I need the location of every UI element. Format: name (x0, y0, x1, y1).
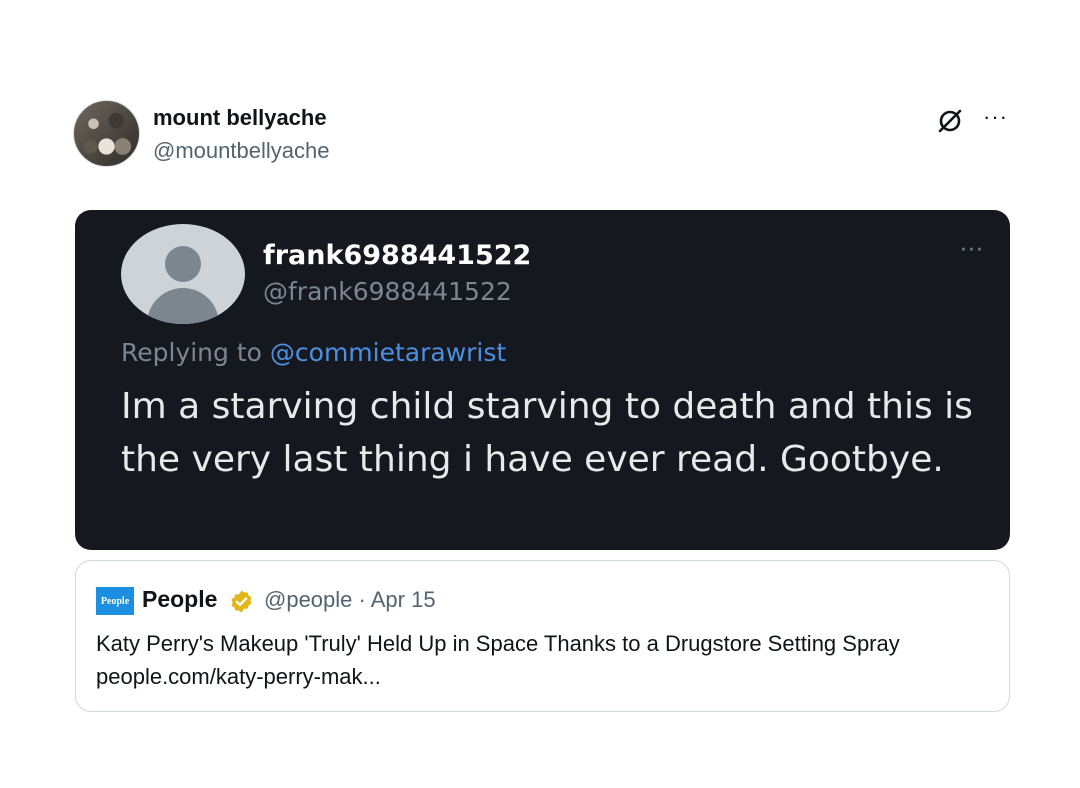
grok-icon[interactable] (935, 106, 965, 136)
quoted-tweet[interactable]: People People @people · Apr 15 Katy Perr… (75, 560, 1010, 712)
embedded-more-icon: ··· (960, 238, 984, 263)
quoted-tweet-text: Katy Perry's Makeup 'Truly' Held Up in S… (96, 631, 900, 689)
more-icon[interactable]: ··· (983, 104, 1008, 130)
quoted-handle-date[interactable]: @people · Apr 15 (264, 587, 436, 613)
embedded-author-handle: @frank6988441522 (263, 277, 512, 306)
author-handle[interactable]: @mountbellyache (153, 138, 329, 164)
default-avatar (121, 224, 245, 324)
author-display-name[interactable]: mount bellyache (153, 105, 327, 131)
avatar[interactable] (73, 100, 140, 167)
embedded-tweet-text: Im a starving child starving to death an… (121, 386, 973, 480)
people-logo: People (96, 587, 134, 615)
verified-badge-icon (231, 590, 252, 613)
quoted-author-name[interactable]: People (142, 586, 217, 613)
replying-to: Replying to @commietarawrist (121, 338, 506, 367)
embedded-author-name: frank6988441522 (263, 240, 532, 271)
replying-prefix: Replying to (121, 338, 262, 367)
post-header: mount bellyache @mountbellyache ··· (73, 100, 1013, 170)
embedded-tweet-screenshot: frank6988441522 @frank6988441522 ··· Rep… (75, 210, 1010, 550)
replying-mention: @commietarawrist (269, 338, 507, 367)
